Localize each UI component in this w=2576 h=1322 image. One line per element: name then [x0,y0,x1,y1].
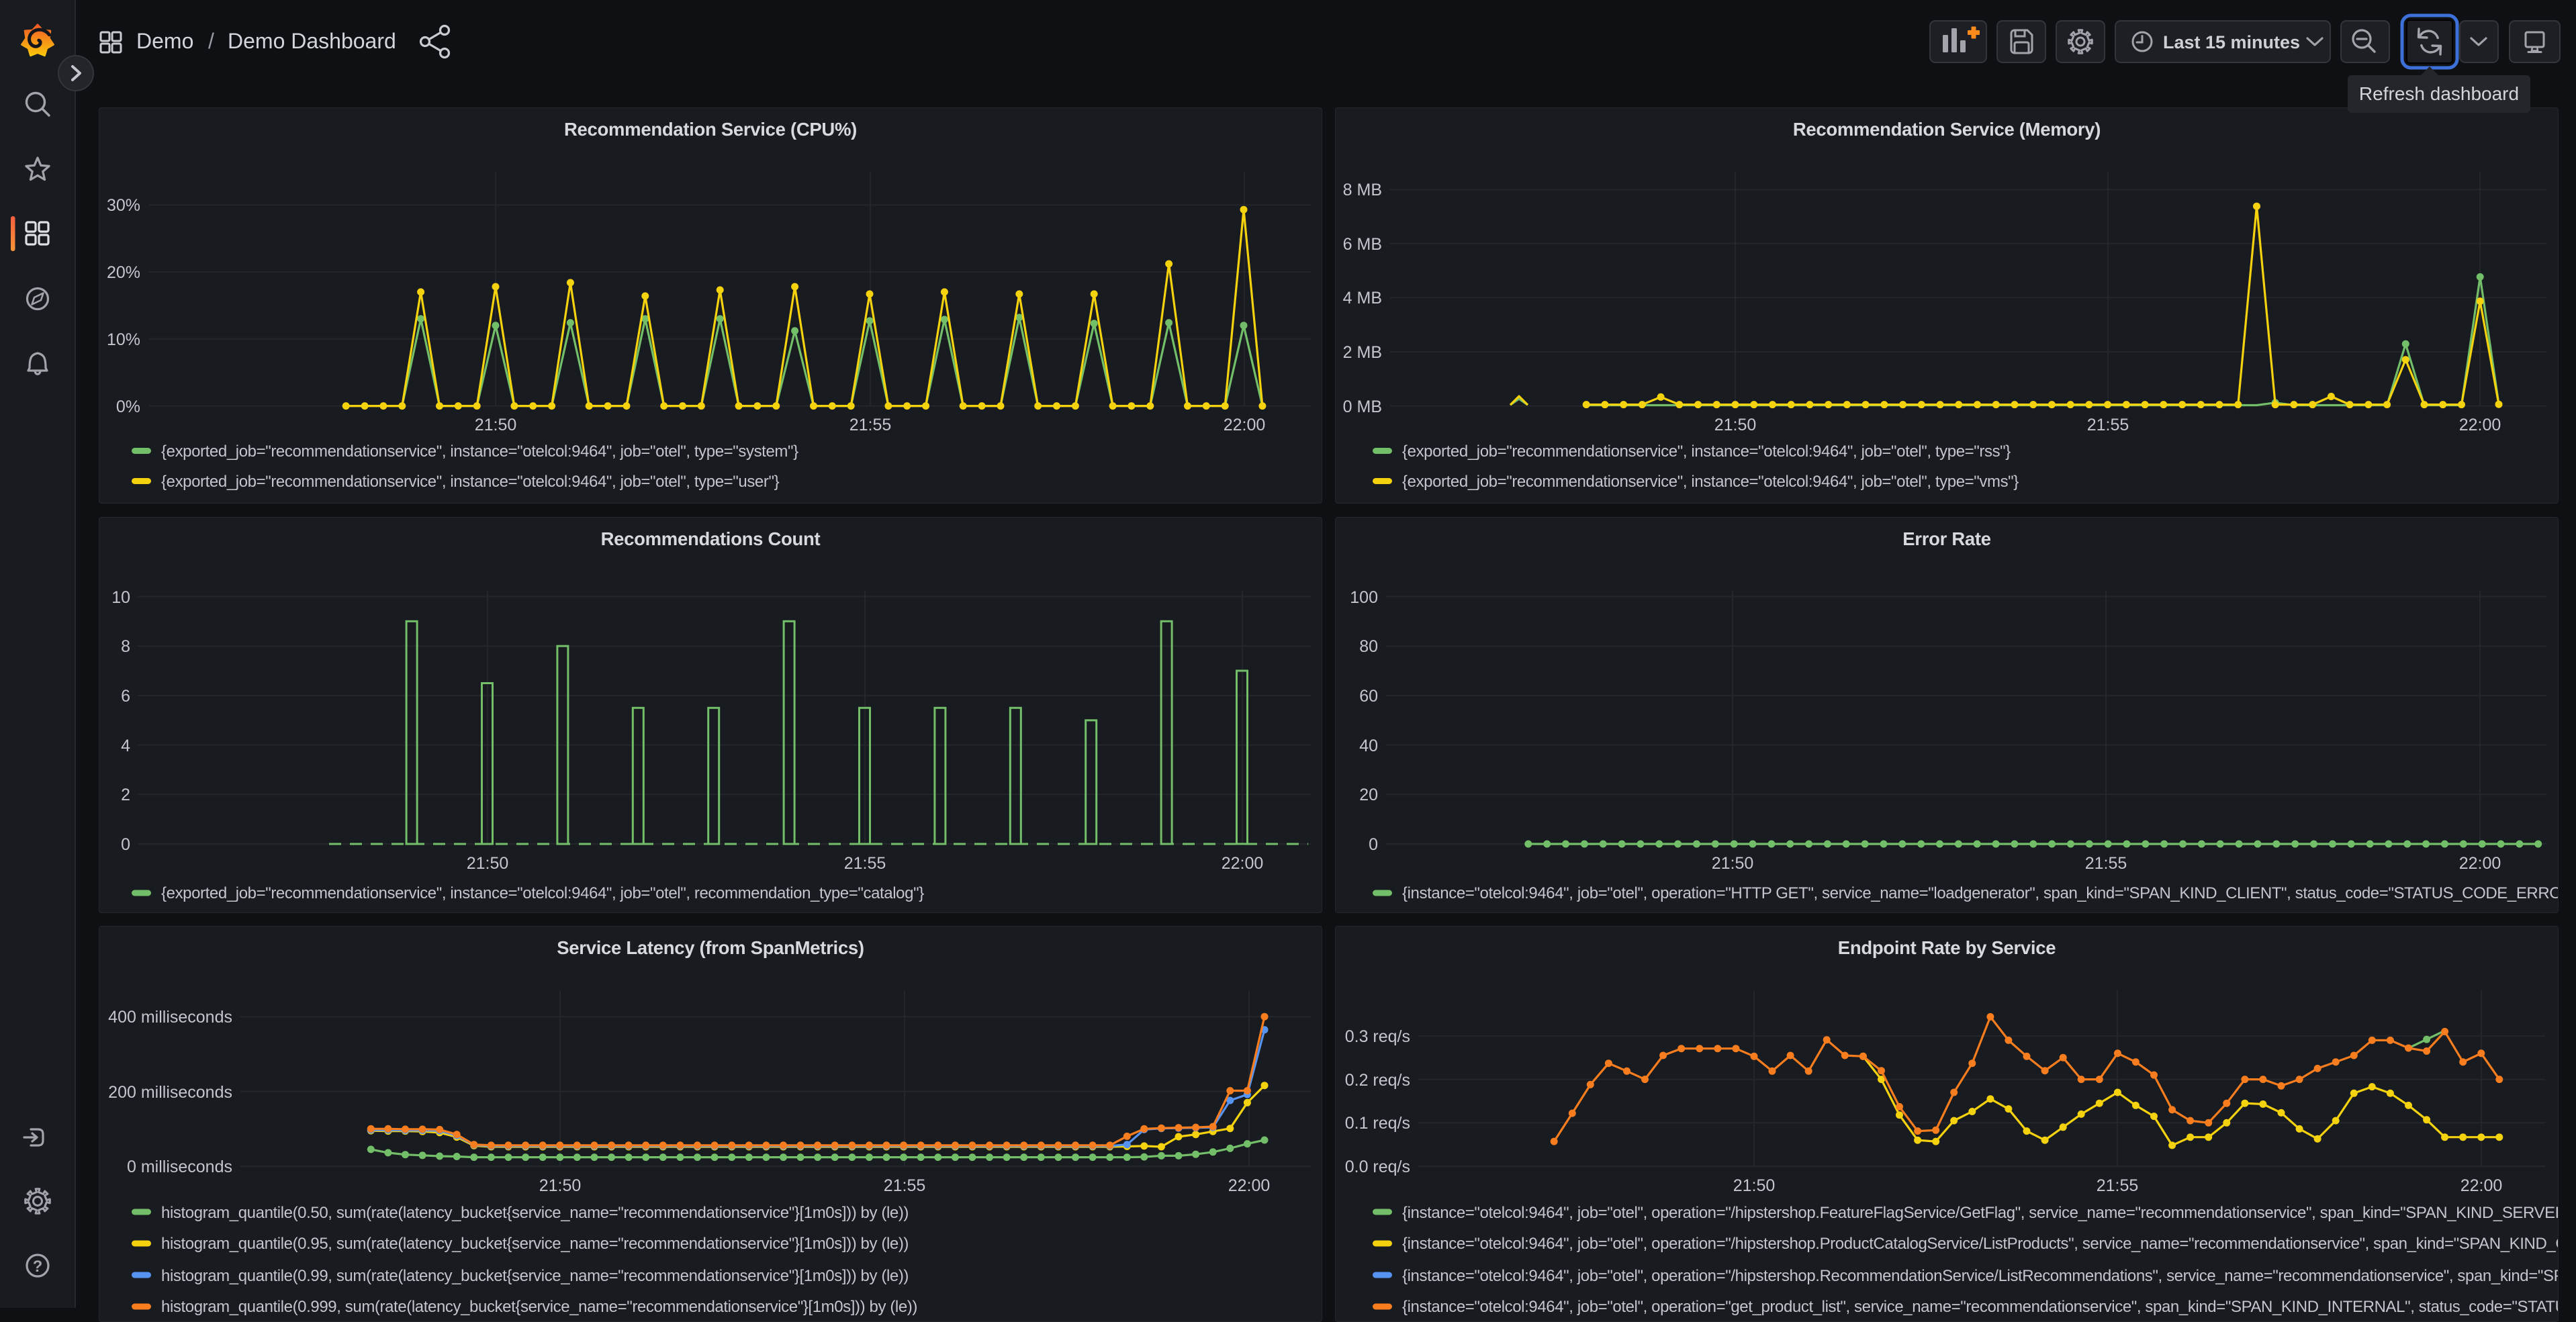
svg-text:Last 15 minutes: Last 15 minutes [2163,32,2300,52]
svg-text:Refresh dashboard: Refresh dashboard [2359,83,2519,104]
svg-text:Demo Dashboard: Demo Dashboard [228,29,396,53]
svg-text:Demo: Demo [136,29,193,53]
svg-text:?: ? [33,1258,43,1276]
svg-text:/: / [208,29,214,53]
